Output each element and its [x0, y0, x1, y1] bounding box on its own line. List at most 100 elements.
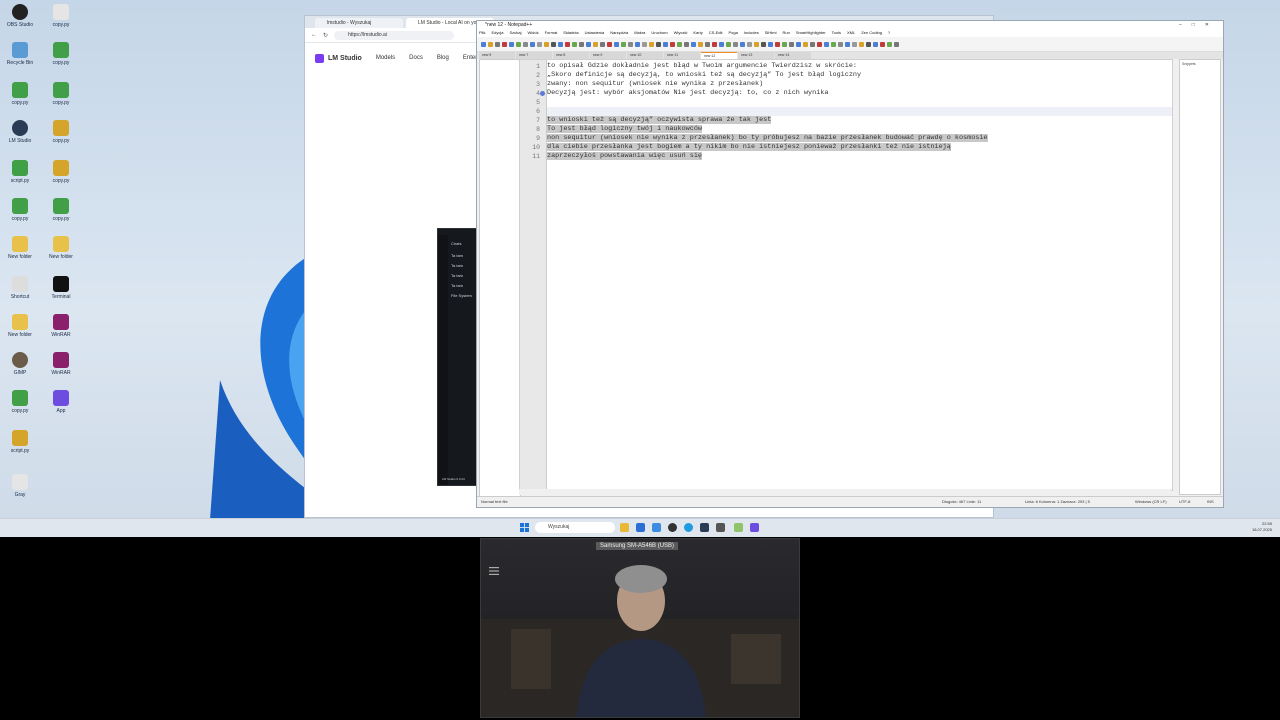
desktop-icon-winrar[interactable]: WinRAR [43, 314, 79, 338]
desktop-icon-terminal[interactable]: Terminal [43, 276, 79, 300]
nav-link-docs[interactable]: Docs [409, 55, 423, 61]
toolbar-button-icon[interactable] [572, 41, 577, 47]
desktop-icon-gimp[interactable]: GIMP [2, 352, 38, 376]
desktop-icon-folder[interactable]: New folder [2, 236, 38, 260]
system-tray-clock[interactable]: 22:55 18.07.2025 [1252, 521, 1272, 533]
lm-app-item[interactable]: Ta tam [451, 263, 463, 268]
app-taskbar-icon[interactable] [750, 523, 759, 532]
toolbar-button-icon[interactable] [726, 41, 731, 47]
menu-item[interactable]: Wtyczki [674, 29, 688, 37]
toolbar-button-icon[interactable] [810, 41, 815, 47]
toolbar-button-icon[interactable] [761, 41, 766, 47]
toolbar-button-icon[interactable] [796, 41, 801, 47]
toolbar-button-icon[interactable] [523, 41, 528, 47]
desktop-icon-app[interactable]: App [43, 390, 79, 414]
desktop-icon-file[interactable]: copy.py [43, 4, 79, 28]
toolbar-button-icon[interactable] [887, 41, 892, 47]
menu-item[interactable]: CS-Edit [709, 29, 723, 37]
desktop-icon-lm-studio[interactable]: LM Studio [2, 120, 38, 144]
menu-item[interactable]: Includes [744, 29, 759, 37]
toolbar-button-icon[interactable] [754, 41, 759, 47]
desktop-icon-winrar[interactable]: WinRAR [43, 352, 79, 376]
toolbar-button-icon[interactable] [628, 41, 633, 47]
document-tab[interactable]: new 9 [590, 52, 626, 59]
desktop-icon-file[interactable]: Gray [2, 474, 38, 498]
browser-tab[interactable]: lmstudio - Wyszukaj [315, 18, 403, 28]
toolbar-button-icon[interactable] [733, 41, 738, 47]
lm-studio-logo[interactable]: LM Studio [315, 53, 362, 63]
toolbar-button-icon[interactable] [705, 41, 710, 47]
menu-item[interactable]: Makra [634, 29, 645, 37]
mail-icon[interactable] [652, 523, 661, 532]
toolbar-button-icon[interactable] [502, 41, 507, 47]
menu-item[interactable]: Tools [832, 29, 841, 37]
menu-item[interactable]: Szukaj [509, 29, 521, 37]
toolbar-button-icon[interactable] [817, 41, 822, 47]
toolbar-button-icon[interactable] [698, 41, 703, 47]
document-tab[interactable]: new 13 [738, 52, 774, 59]
code-line[interactable]: 2 „Skoro definicje są decyzją, to wnioski… [536, 71, 1172, 80]
desktop-icon-folder[interactable]: New folder [43, 236, 79, 260]
toolbar-button-icon[interactable] [621, 41, 626, 47]
toolbar-button-icon[interactable] [516, 41, 521, 47]
menu-item[interactable]: Plik [479, 29, 485, 37]
taskbar-search-box[interactable]: Wyszukaj [535, 522, 615, 533]
desktop-icon-file[interactable]: copy.py [2, 390, 38, 414]
toolbar-button-icon[interactable] [866, 41, 871, 47]
notepad-plus-plus-taskbar-icon[interactable] [734, 523, 743, 532]
edge-icon[interactable] [684, 523, 693, 532]
menu-item[interactable]: Edycja [491, 29, 503, 37]
menu-item[interactable]: Składnia [563, 29, 578, 37]
menu-item[interactable]: SmartHighlighter [796, 29, 826, 37]
lm-app-item[interactable]: Ta tam [451, 253, 463, 258]
desktop-icon-file[interactable]: copy.py [43, 42, 79, 66]
lm-studio-taskbar-icon[interactable] [700, 523, 709, 532]
reload-icon[interactable]: ↻ [323, 32, 328, 39]
toolbar-button-icon[interactable] [775, 41, 780, 47]
toolbar-button-icon[interactable] [852, 41, 857, 47]
toolbar-button-icon[interactable] [859, 41, 864, 47]
editor-content[interactable]: 1 to opisał Gdzie dokładnie jest błąd w T… [532, 60, 1172, 490]
document-tab[interactable]: new 7 [516, 52, 552, 59]
toolbar-button-icon[interactable] [663, 41, 668, 47]
toolbar-button-icon[interactable] [656, 41, 661, 47]
toolbar-button-icon[interactable] [495, 41, 500, 47]
toolbar-button-icon[interactable] [481, 41, 486, 47]
menu-item[interactable]: Karty [693, 29, 702, 37]
toolbar-button-icon[interactable] [488, 41, 493, 47]
toolbar-button-icon[interactable] [649, 41, 654, 47]
desktop-icon-file[interactable]: copy.py [43, 82, 79, 106]
menu-item[interactable]: Uruchom [651, 29, 667, 37]
desktop-icon-file[interactable]: copy.py [43, 198, 79, 222]
toolbar-button-icon[interactable] [600, 41, 605, 47]
document-tab[interactable]: new 8 [553, 52, 589, 59]
document-tab[interactable]: new 11 [664, 52, 700, 59]
desktop-icon-file[interactable]: script.py [2, 160, 38, 184]
desktop-icon-file[interactable]: copy.py [2, 198, 38, 222]
code-line[interactable]: 9 non sequitur (wniosek nie wynika z prze… [536, 134, 1172, 143]
bookmark-marker-icon[interactable] [540, 91, 545, 96]
toolbar-button-icon[interactable] [530, 41, 535, 47]
code-line[interactable]: 10 dla ciebie przesłanka jest bogiem a ty… [532, 143, 1172, 152]
toolbar-button-icon[interactable] [824, 41, 829, 47]
toolbar-button-icon[interactable] [677, 41, 682, 47]
code-line[interactable]: 6 [536, 107, 1172, 116]
toolbar-button-icon[interactable] [789, 41, 794, 47]
toolbar-button-icon[interactable] [642, 41, 647, 47]
nav-link-models[interactable]: Models [376, 55, 395, 61]
code-line[interactable]: 1 to opisał Gdzie dokładnie jest błąd w T… [536, 62, 1172, 71]
menu-item[interactable]: Format [545, 29, 558, 37]
desktop-icon-file[interactable]: copy.py [43, 120, 79, 144]
store-icon[interactable] [636, 523, 645, 532]
app-taskbar-icon[interactable] [716, 523, 725, 532]
desktop-icon-recycle-bin[interactable]: Recycle Bin [2, 42, 38, 66]
toolbar-button-icon[interactable] [712, 41, 717, 47]
toolbar-button-icon[interactable] [691, 41, 696, 47]
toolbar-button-icon[interactable] [544, 41, 549, 47]
document-tab[interactable]: new 10 [627, 52, 663, 59]
lm-app-item-chats[interactable]: Chats [451, 241, 461, 246]
code-line[interactable]: 5 [536, 98, 1172, 107]
toolbar-button-icon[interactable] [740, 41, 745, 47]
menu-item[interactable]: Poga [728, 29, 737, 37]
menu-item[interactable]: Run [783, 29, 790, 37]
